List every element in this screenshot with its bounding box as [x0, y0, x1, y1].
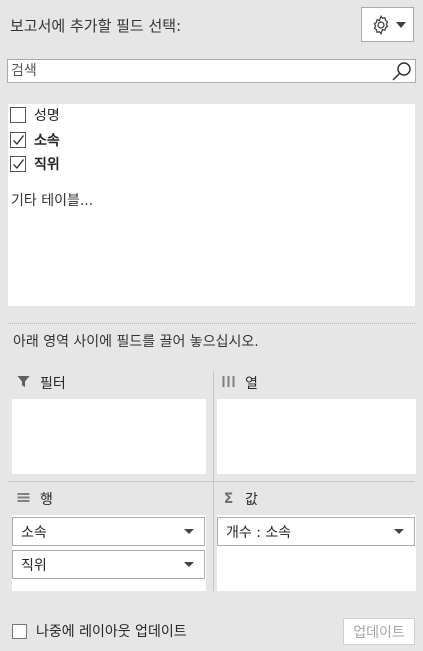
rows-area-item[interactable]: 소속 — [12, 517, 205, 546]
defer-update-label: 나중에 레이아웃 업데이트 — [36, 624, 187, 640]
rows-area-item[interactable]: 직위 — [12, 550, 205, 579]
defer-update-checkbox[interactable] — [12, 623, 27, 639]
values-area-item[interactable]: 개수 : 소속 — [217, 517, 415, 546]
area-horizontal-divider[interactable] — [8, 481, 415, 482]
field-checkbox[interactable] — [10, 107, 26, 123]
update-button[interactable]: 업데이트 — [343, 618, 415, 645]
rows-drop-zone[interactable]: 소속 직위 — [12, 515, 206, 591]
area-item-label: 직위 — [21, 557, 47, 574]
field-list: 성명 소속 직위 기타 테이블... — [8, 104, 415, 306]
values-area-header: Σ 값 — [222, 489, 258, 509]
gear-icon — [370, 14, 392, 36]
columns-area-label: 열 — [245, 376, 258, 392]
check-icon — [12, 159, 24, 170]
area-item-label: 소속 — [21, 524, 47, 541]
defer-layout-update[interactable]: 나중에 레이아웃 업데이트 — [12, 621, 187, 641]
chevron-down-icon[interactable] — [184, 529, 194, 534]
search-box — [7, 59, 416, 83]
field-item-직위[interactable]: 직위 — [10, 153, 60, 175]
columns-area-header: 열 — [222, 373, 258, 393]
values-drop-zone[interactable]: 개수 : 소속 — [217, 515, 416, 591]
chevron-down-icon[interactable] — [394, 529, 404, 534]
field-label: 소속 — [34, 133, 60, 149]
more-tables-link[interactable]: 기타 테이블... — [11, 190, 93, 210]
filters-area-header: 필터 — [17, 373, 66, 393]
section-divider — [8, 323, 415, 324]
field-item-성명[interactable]: 성명 — [10, 104, 60, 126]
sigma-icon: Σ — [223, 491, 234, 507]
area-item-label: 개수 : 소속 — [226, 524, 292, 541]
columns-drop-zone[interactable] — [217, 399, 416, 474]
rows-icon — [17, 491, 30, 508]
chevron-down-icon — [395, 21, 406, 28]
rows-area-header: 행 — [17, 489, 53, 509]
field-label: 직위 — [34, 157, 60, 173]
search-input[interactable] — [8, 60, 388, 82]
search-icon[interactable] — [391, 61, 413, 87]
filters-drop-zone[interactable] — [12, 399, 206, 474]
rows-area-label: 행 — [40, 492, 53, 508]
field-label: 성명 — [34, 108, 60, 124]
field-checkbox[interactable] — [10, 132, 26, 148]
field-item-소속[interactable]: 소속 — [10, 129, 60, 151]
values-area-label: 값 — [245, 492, 258, 508]
filters-area-label: 필터 — [40, 376, 66, 392]
field-list-tools-button[interactable] — [361, 7, 414, 42]
check-icon — [12, 135, 24, 146]
chevron-down-icon[interactable] — [184, 562, 194, 567]
drag-instruction: 아래 영역 사이에 필드를 끌어 놓으십시오. — [13, 334, 259, 350]
filter-icon — [17, 375, 30, 392]
field-list-title: 보고서에 추가할 필드 선택: — [10, 17, 182, 35]
columns-icon — [222, 375, 235, 392]
field-checkbox[interactable] — [10, 156, 26, 172]
